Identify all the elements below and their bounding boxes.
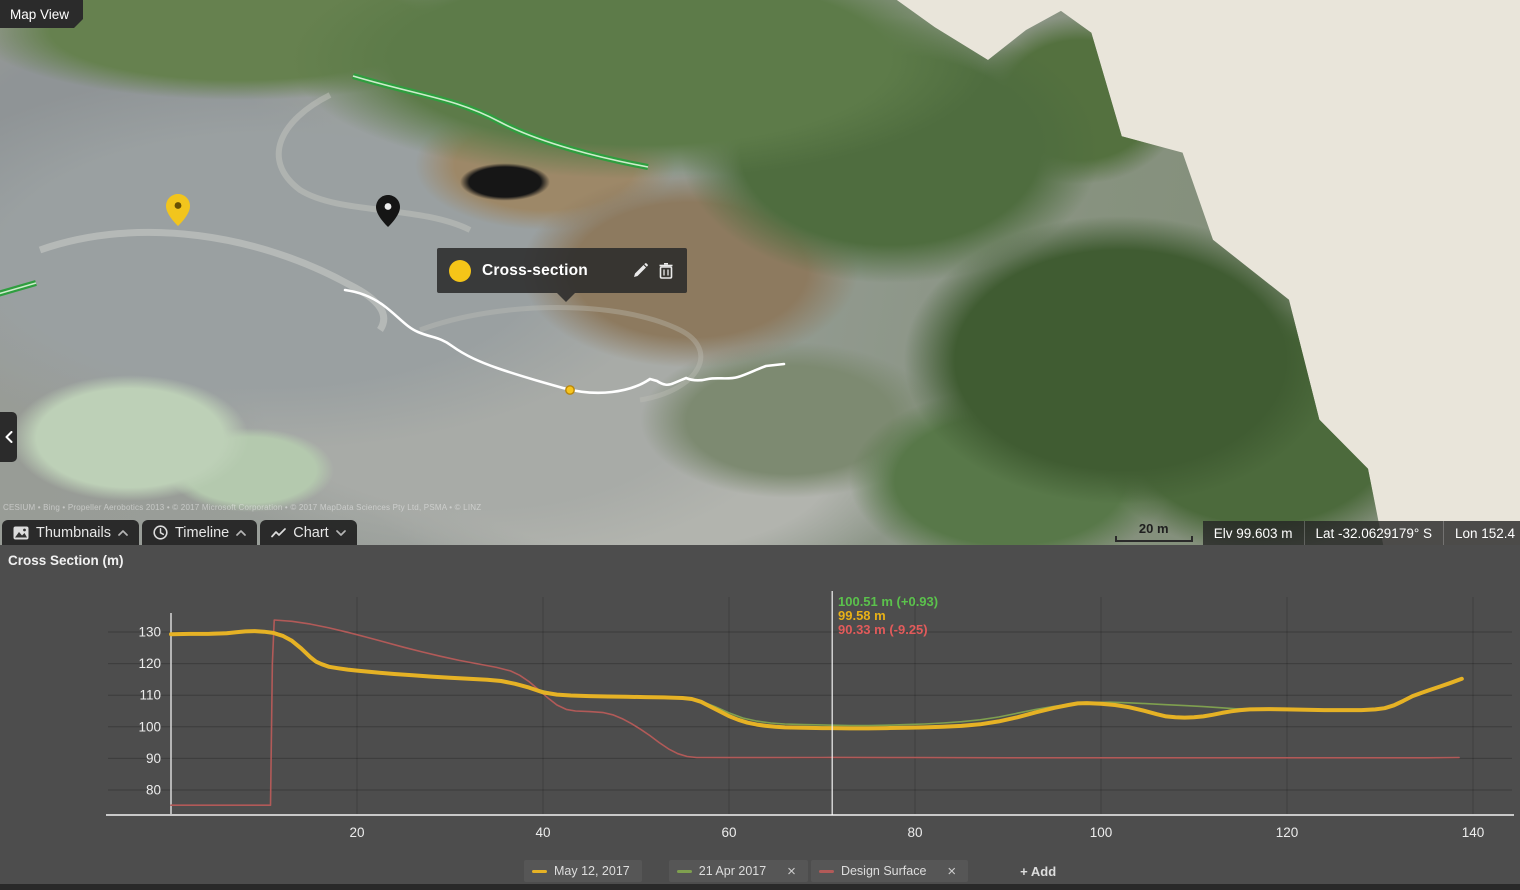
- chart-hover-readout: 100.51 m (+0.93) 99.58 m 90.33 m (-9.25): [838, 595, 938, 637]
- tab-thumbnails[interactable]: Thumbnails: [2, 520, 139, 545]
- legend-remove-button[interactable]: ×: [787, 864, 796, 879]
- tab-thumbnails-label: Thumbnails: [36, 525, 111, 541]
- legend-item-design-surface[interactable]: Design Surface ×: [811, 860, 968, 882]
- map-scale-label: 20 m: [1113, 521, 1195, 536]
- chevron-up-icon: [118, 530, 128, 536]
- annotation-label: Cross-section: [482, 262, 627, 280]
- annotation-color-dot: [449, 260, 471, 282]
- pencil-icon: [633, 263, 648, 278]
- tab-chart[interactable]: Chart: [260, 520, 356, 545]
- legend-swatch-red: [819, 870, 834, 873]
- svg-text:80: 80: [907, 825, 922, 840]
- tab-timeline-label: Timeline: [175, 525, 229, 541]
- legend-label: 21 Apr 2017: [699, 864, 766, 878]
- map-overlays: [0, 0, 1520, 545]
- svg-text:140: 140: [1462, 825, 1485, 840]
- map-scale-bar: 20 m: [1113, 521, 1195, 545]
- legend-swatch-green: [677, 870, 692, 873]
- latitude-readout: Lat -32.0629179° S: [1304, 521, 1444, 545]
- svg-text:120: 120: [138, 656, 161, 671]
- tab-chart-label: Chart: [293, 525, 328, 541]
- elevation-readout: Elv 99.603 m: [1203, 521, 1304, 545]
- legend-label: May 12, 2017: [554, 864, 630, 878]
- tab-timeline[interactable]: Timeline: [142, 520, 257, 545]
- readout-21apr: 100.51 m (+0.93): [838, 595, 938, 609]
- longitude-readout: Lon 152.4: [1443, 521, 1520, 545]
- legend-swatch-yellow: [532, 870, 547, 873]
- road-stroke: [279, 95, 470, 230]
- svg-text:90: 90: [146, 751, 161, 766]
- cross-section-panel: 20 40 60 80 100 120 140 80 90 100 110 120 130 Cross …: [0, 545, 1520, 890]
- map-pin-black[interactable]: [376, 195, 400, 227]
- chevron-left-icon: [5, 431, 13, 443]
- chevron-up-icon: [236, 530, 246, 536]
- readout-design: 90.33 m (-9.25): [838, 623, 938, 637]
- app-window: Map View Cross-section: [0, 0, 1520, 890]
- legend-item-may-12-2017[interactable]: May 12, 2017: [524, 860, 642, 882]
- map-scale-bracket: [1115, 536, 1193, 542]
- chevron-down-icon: [336, 530, 346, 536]
- sidebar-collapse-button[interactable]: [0, 412, 17, 462]
- readout-may12: 99.58 m: [838, 609, 938, 623]
- map-status-readouts: 20 m Elv 99.603 m Lat -32.0629179° S Lon…: [1113, 521, 1520, 545]
- road-stroke: [40, 232, 384, 330]
- legend-label: Design Surface: [841, 864, 926, 878]
- delete-annotation-button[interactable]: [653, 258, 679, 284]
- svg-text:100: 100: [1090, 825, 1113, 840]
- edit-annotation-button[interactable]: [627, 258, 653, 284]
- legend-item-21-apr-2017[interactable]: 21 Apr 2017 ×: [669, 860, 808, 882]
- map-view-label: Map View: [0, 0, 83, 28]
- svg-text:100: 100: [138, 719, 161, 734]
- image-icon: [13, 526, 29, 540]
- svg-text:110: 110: [139, 688, 161, 703]
- chart-legend: May 12, 2017 21 Apr 2017 × Design Surfac…: [524, 860, 1056, 882]
- svg-text:60: 60: [721, 825, 736, 840]
- map-attribution: CESIUM • Bing • Propeller Aerobotics 201…: [3, 503, 481, 512]
- bottom-divider: [0, 884, 1520, 890]
- svg-text:20: 20: [349, 825, 364, 840]
- cross-section-chart[interactable]: 20 40 60 80 100 120 140 80 90 100 110 120 130: [0, 545, 1520, 890]
- annotation-tooltip: Cross-section: [437, 248, 687, 293]
- map-pin-yellow[interactable]: [166, 194, 190, 226]
- map-3d-view[interactable]: Map View Cross-section: [0, 0, 1520, 545]
- cross-section-position-dot: [566, 386, 574, 394]
- chart-panel-title: Cross Section (m): [8, 553, 124, 568]
- trash-icon: [659, 263, 673, 279]
- tooltip-pointer: [557, 293, 575, 302]
- legend-remove-button[interactable]: ×: [947, 864, 956, 879]
- line-chart-icon: [271, 528, 286, 538]
- clock-icon: [153, 525, 168, 540]
- svg-text:40: 40: [535, 825, 550, 840]
- svg-text:130: 130: [138, 625, 161, 640]
- svg-text:120: 120: [1276, 825, 1299, 840]
- legend-add-button[interactable]: + Add: [1020, 864, 1056, 879]
- panel-tabs: Thumbnails Timeline Chart: [2, 520, 357, 545]
- svg-text:80: 80: [146, 783, 161, 798]
